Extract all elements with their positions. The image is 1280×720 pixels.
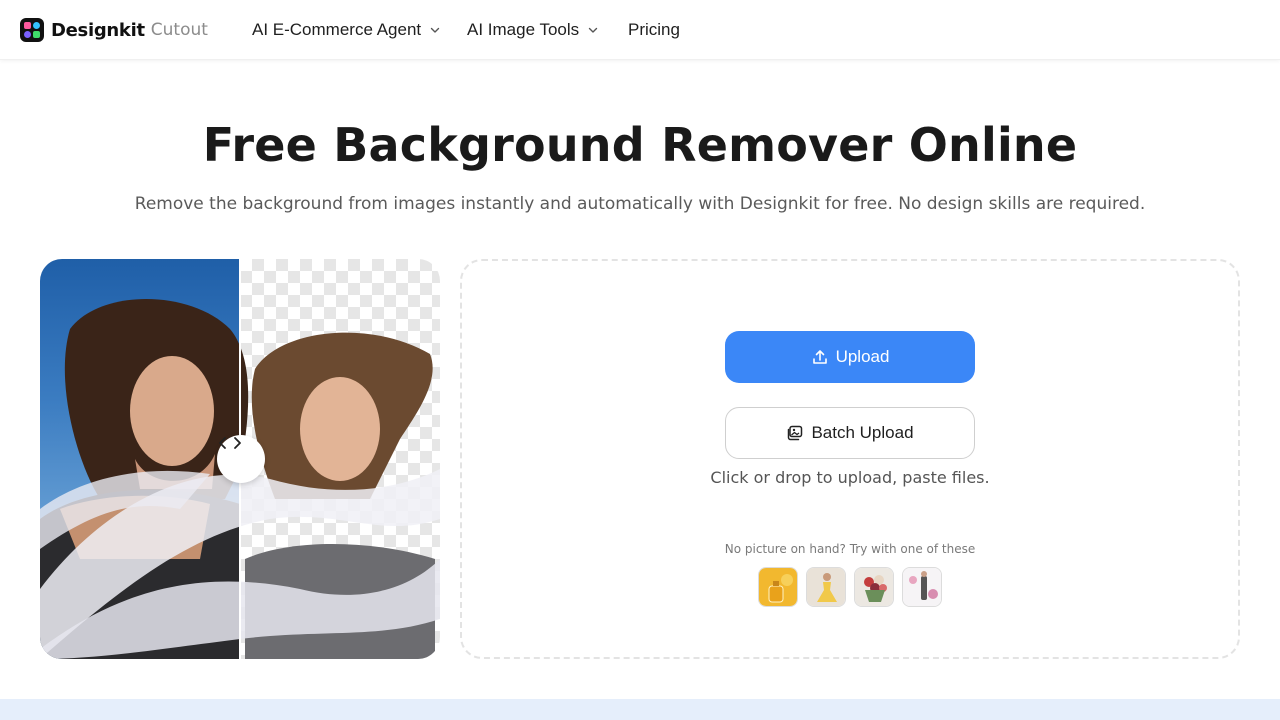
chevron-down-icon bbox=[587, 24, 599, 36]
sample-image-collage[interactable] bbox=[902, 567, 942, 607]
next-section-band bbox=[0, 699, 1280, 720]
sample-image-perfume[interactable] bbox=[758, 567, 798, 607]
nav-item-ai-image-tools[interactable]: AI Image Tools bbox=[467, 0, 599, 60]
dress-model-icon bbox=[807, 568, 845, 606]
upload-button-label: Upload bbox=[835, 347, 890, 366]
sample-images-label: No picture on hand? Try with one of thes… bbox=[724, 542, 976, 556]
chevron-down-icon bbox=[429, 24, 441, 36]
nav-item-label: Pricing bbox=[628, 20, 680, 39]
page-subtitle: Remove the background from images instan… bbox=[134, 194, 1146, 214]
batch-images-icon bbox=[786, 424, 804, 442]
perfume-bottle-icon bbox=[759, 568, 797, 606]
nav-item-label: AI E-Commerce Agent bbox=[252, 20, 422, 39]
brand-name: Designkit bbox=[51, 19, 145, 41]
sample-image-dress[interactable] bbox=[806, 567, 846, 607]
nav-item-ai-ecommerce-agent[interactable]: AI E-Commerce Agent bbox=[252, 0, 441, 60]
sample-images-row bbox=[758, 567, 942, 607]
nav-item-label: AI Image Tools bbox=[467, 20, 580, 39]
top-header: Designkit Cutout AI E-Commerce Agent AI … bbox=[0, 0, 1280, 60]
upload-button[interactable]: Upload bbox=[725, 331, 975, 383]
sample-image-flowers[interactable] bbox=[854, 567, 894, 607]
batch-upload-button[interactable]: Batch Upload bbox=[725, 407, 975, 459]
before-after-comparison bbox=[40, 259, 440, 659]
upload-hint: Click or drop to upload, paste files. bbox=[710, 468, 990, 487]
comparison-slider-handle[interactable] bbox=[217, 435, 265, 483]
nav-item-pricing[interactable]: Pricing bbox=[628, 0, 680, 60]
fashion-collage-icon bbox=[903, 568, 941, 606]
brand-logo[interactable]: Designkit Cutout bbox=[20, 18, 208, 42]
batch-upload-button-label: Batch Upload bbox=[811, 423, 914, 442]
upload-icon bbox=[811, 348, 829, 366]
logo-icon bbox=[20, 18, 44, 42]
page-title: Free Background Remover Online bbox=[202, 118, 1078, 172]
flower-bouquet-icon bbox=[855, 568, 893, 606]
brand-product: Cutout bbox=[150, 20, 208, 40]
left-right-arrows-icon bbox=[219, 437, 241, 449]
